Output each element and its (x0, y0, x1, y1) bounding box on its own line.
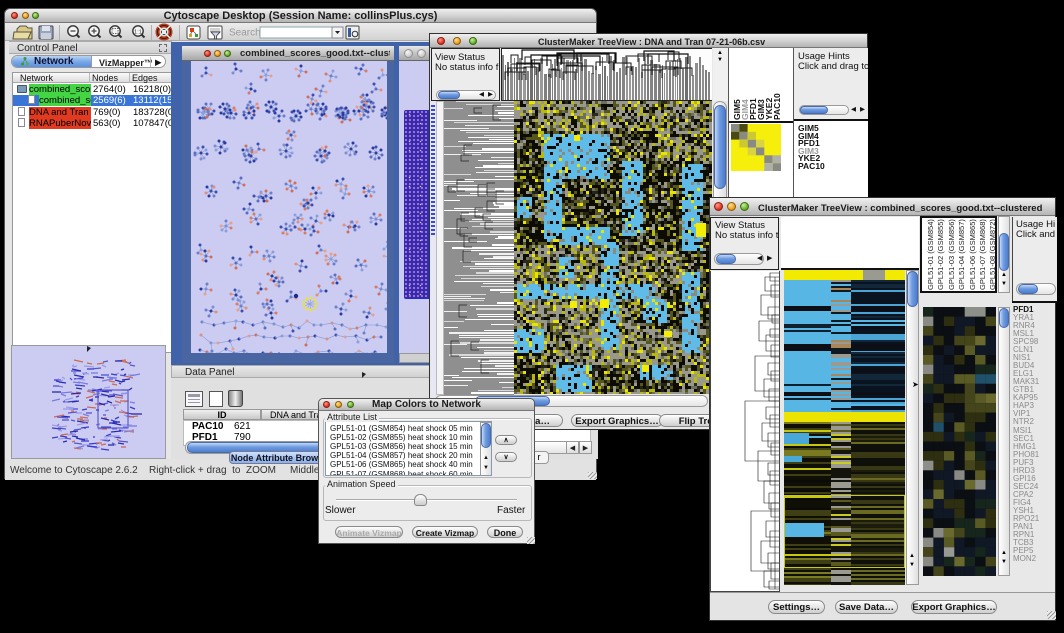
svg-text:Search:: Search: (229, 28, 263, 39)
svg-text:1:1: 1:1 (134, 30, 142, 36)
